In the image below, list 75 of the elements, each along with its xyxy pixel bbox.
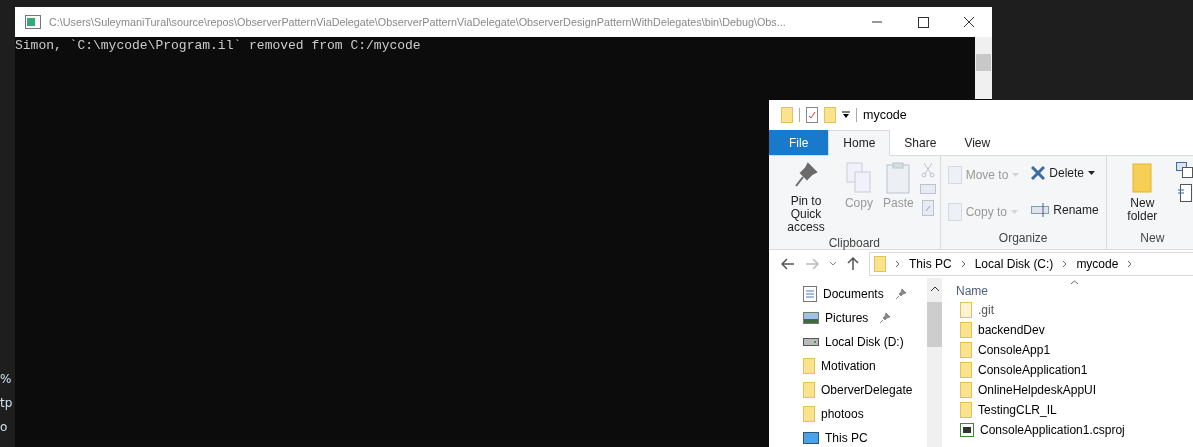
back-arrow-icon[interactable] [781,258,795,270]
file-item[interactable]: ConsoleApp1 [960,341,1193,358]
new-document-icon[interactable] [1178,184,1192,202]
folder-icon [803,405,815,422]
csharp-file-icon [960,422,974,437]
document-icon [803,285,817,302]
ribbon-tab[interactable]: Home [828,130,891,156]
delete-button[interactable]: Delete [1028,162,1102,184]
newfolder-button[interactable]: New folder [1110,160,1174,225]
chevron-right-icon [1062,260,1068,268]
rename-button[interactable]: Rename [1028,198,1102,221]
nav-item[interactable]: Local Disk (D:) [803,332,927,351]
folder-icon [960,341,972,358]
folder-icon [874,256,886,272]
scrollbar[interactable] [927,278,942,447]
folder-icon [960,301,972,318]
new-item-icon[interactable] [1176,162,1193,178]
folder-icon [803,357,815,374]
chevron-right-icon [960,260,966,268]
folder-icon [1132,162,1153,194]
background-text: tp [0,396,13,410]
file-item[interactable]: OnlineHelpdeskAppUI [960,381,1193,398]
documents-icon [845,162,872,194]
drive-icon [803,337,819,346]
clipboard-icon [886,162,911,194]
folder-icon [960,361,972,378]
folder-icon[interactable] [781,107,793,123]
group-label: Clipboard [828,236,880,252]
file-item[interactable]: ConsoleApplication1 [960,361,1193,378]
nav-item[interactable]: Pictures [803,308,927,327]
window-title: mycode [863,108,907,122]
monitor-icon [803,431,819,444]
forward-arrow-icon[interactable] [805,258,819,270]
chevron-right-icon [895,260,900,268]
nav-item[interactable]: photoos [803,404,927,423]
file-item[interactable]: ConsoleApplication1.csproj [960,421,1193,438]
folder-icon [960,321,972,338]
pin-button[interactable]: Pin to Quick access [773,160,839,236]
caret-icon [1012,173,1020,177]
x-icon [1031,166,1046,180]
background-text: o [0,420,8,434]
caret-icon [1088,171,1096,175]
console-output: Simon, `C:\mycode\Program.il` removed from C:/mycode [15,37,421,53]
column-header[interactable]: Name [956,284,1193,298]
scrollbar[interactable] [975,37,992,99]
folder-icon [960,381,972,398]
folder-icon [803,381,815,398]
background-text: % [0,372,12,386]
chevron-down-icon[interactable] [829,261,837,267]
up-arrow-icon[interactable] [847,257,859,271]
group-label: Organize [998,231,1048,247]
chevron-right-icon [1127,260,1133,268]
group-label: New [1140,231,1165,247]
file-item[interactable]: backendDev [960,321,1193,338]
caret-icon [1011,209,1018,214]
window-title: C:\Users\SuleymaniTural\source\repos\ObserverPatternViaDelegate\ObserverPatternViaDelegate\ObserverDesignPatternWithDelegates\bin\Debug\Obs... [49,16,786,28]
nav-item[interactable]: OberverDelegate [803,380,927,399]
address-bar[interactable]: This PC Local Disk (C:) mycode [869,252,1193,276]
nav-item[interactable]: Documents [803,284,927,303]
folder-icon [960,401,972,418]
ribbon-tab[interactable]: File [769,130,829,155]
nav-item[interactable]: Motivation [803,356,927,375]
breadcrumb-item[interactable]: This PC [909,257,952,271]
file-item[interactable]: TestingCLR_IL [960,401,1193,418]
folder-icon[interactable] [824,107,836,123]
nav-item[interactable]: This PC [803,428,927,447]
checklist-icon[interactable] [806,107,818,123]
chevron-up-icon[interactable] [929,286,940,292]
breadcrumb-item[interactable]: Local Disk (C:) [974,257,1054,271]
rename-icon [1031,202,1050,217]
picture-icon [803,311,819,324]
file-item[interactable]: .git [960,301,1193,318]
breadcrumb-item[interactable]: mycode [1076,257,1119,271]
dropdown-icon[interactable] [842,111,850,119]
console-icon [25,15,41,29]
